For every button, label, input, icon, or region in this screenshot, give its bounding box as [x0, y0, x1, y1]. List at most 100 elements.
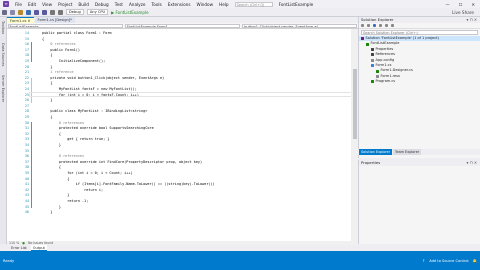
back-icon[interactable]	[2, 9, 7, 15]
menu-edit[interactable]: Edit	[28, 2, 36, 7]
maximize-icon[interactable]: ☐	[459, 2, 463, 7]
code-line[interactable]: {	[42, 132, 61, 136]
code-line[interactable]: {	[42, 115, 52, 119]
redo-icon[interactable]	[58, 9, 63, 15]
notifications-icon[interactable]: 🔔	[473, 259, 477, 263]
code-line[interactable]: }	[42, 98, 52, 102]
status-text: Ready	[3, 258, 15, 263]
code-line[interactable]: }	[42, 193, 69, 197]
back-icon[interactable]	[361, 24, 364, 27]
menu-test[interactable]: Test	[115, 2, 123, 7]
home-icon[interactable]	[373, 24, 376, 27]
change-marker	[31, 78, 32, 103]
menu-view[interactable]: View	[42, 2, 52, 7]
line-number: 36	[24, 154, 29, 159]
close-icon[interactable]: ✕	[471, 2, 475, 7]
live-share-button[interactable]: Live Share	[452, 10, 474, 15]
code-line[interactable]: 0 references	[42, 42, 75, 46]
project-dropdown[interactable]: FontListExample	[7, 23, 123, 28]
code-line[interactable]: for (int i = 0; i < Count; i++)	[42, 171, 132, 175]
search-input[interactable]: Search (Ctrl+Q)	[234, 1, 273, 7]
menu-project[interactable]: Project	[58, 2, 72, 7]
tree-item[interactable]: Program.cs	[359, 79, 480, 84]
open-icon[interactable]	[26, 9, 31, 15]
code-line[interactable]: if (Items[i].FontFamily.Name.ToLower() =…	[42, 182, 215, 186]
line-number: 27	[24, 103, 29, 108]
new-project-icon[interactable]	[18, 9, 23, 15]
line-number: 40	[24, 176, 29, 181]
config-select[interactable]: Debug	[66, 9, 84, 15]
panel-options-icon[interactable]: ▾ ⊓ ✕	[467, 17, 480, 23]
line-number: 35	[24, 148, 29, 153]
save-icon[interactable]	[34, 9, 39, 15]
solution-search-input[interactable]: Search Solution Explorer (Ctrl+;)	[361, 30, 478, 35]
type-dropdown[interactable]: FontListExample.Form1	[124, 23, 241, 28]
file-icon	[371, 53, 374, 57]
code-line[interactable]: 0 references	[42, 121, 84, 125]
solution-tree: Solution 'FontListExample' (1 of 1 proje…	[359, 36, 480, 85]
tab-team-explorer[interactable]: Team Explorer	[393, 149, 422, 155]
code-line[interactable]: public Form1()	[42, 48, 80, 52]
menu-analyze[interactable]: Analyze	[129, 2, 146, 7]
forward-icon[interactable]	[10, 9, 15, 15]
code-line[interactable]: }	[42, 65, 52, 69]
save-all-icon[interactable]	[42, 9, 47, 15]
code-line[interactable]: public class MyFontList : IBindingList<s…	[42, 109, 147, 113]
line-number: 14	[24, 31, 29, 35]
collapse-icon[interactable]	[385, 24, 388, 27]
add-source-control-button[interactable]: Add to Source Control	[429, 259, 468, 263]
menu-extensions[interactable]: Extensions	[168, 2, 191, 7]
scroll-thumb[interactable]	[352, 69, 357, 139]
vertical-scrollbar[interactable]	[351, 29, 358, 241]
file-icon	[371, 58, 374, 62]
code-editor[interactable]: 14 public partial class Form1 : Form 15 {16…	[7, 29, 358, 241]
code-line[interactable]: 0 references	[42, 154, 84, 158]
toolbox-tab[interactable]: Toolbox	[1, 21, 5, 34]
code-line[interactable]: }	[42, 210, 52, 214]
code-line[interactable]: return -1;	[42, 199, 88, 203]
properties-icon[interactable]	[391, 24, 394, 27]
panel-options-icon[interactable]: ▾ ⊓ ✕	[467, 160, 480, 166]
code-line[interactable]: InitializeComponent();	[42, 59, 105, 63]
code-line[interactable]: public partial class Form1 : Form	[42, 31, 112, 35]
run-button[interactable]: ▶ FontListExample	[111, 10, 148, 15]
code-line[interactable]: {	[42, 165, 61, 169]
current-line-highlight	[29, 92, 357, 98]
forward-icon[interactable]	[367, 24, 370, 27]
sync-icon[interactable]	[379, 24, 382, 27]
menu-build[interactable]: Build	[78, 2, 89, 7]
code-line[interactable]: return i;	[42, 188, 103, 192]
change-marker	[31, 122, 32, 208]
code-line[interactable]: private void button1_Click(object sender…	[42, 76, 164, 80]
data-sources-tab[interactable]: Data Sources	[1, 43, 5, 66]
member-dropdown[interactable]: button1_Click(object sender, EventArgs e…	[242, 23, 358, 28]
line-number: 22	[24, 75, 29, 80]
code-line[interactable]: {	[42, 177, 69, 181]
code-line[interactable]: {	[42, 53, 52, 57]
code-line[interactable]: 1 reference	[42, 70, 73, 74]
undo-icon[interactable]	[50, 9, 55, 15]
code-line[interactable]: protected override int FindCore(Property…	[42, 160, 202, 164]
menu-debug[interactable]: Debug	[95, 2, 109, 7]
code-line[interactable]: {	[42, 81, 52, 85]
line-number: 24	[24, 87, 29, 91]
menu-file[interactable]: File	[15, 2, 22, 7]
menu-window[interactable]: Window	[197, 2, 214, 7]
platform-select[interactable]: Any CPU	[86, 9, 109, 15]
project-name: FontListExample	[278, 1, 314, 7]
code-line[interactable]: protected override bool SupportsSearchin…	[42, 126, 154, 130]
line-number: 20	[24, 64, 29, 69]
code-line[interactable]: get { return true; }	[42, 137, 109, 141]
code-line[interactable]: {	[42, 37, 44, 41]
minimize-icon[interactable]: —	[446, 2, 450, 7]
line-number: 29	[24, 115, 29, 119]
code-line[interactable]: MyFontList fontsF = new MyFontList();	[42, 87, 137, 91]
tab-label: Form1.cs [Design]*	[37, 18, 72, 22]
menu-tools[interactable]: Tools	[151, 2, 161, 7]
line-number: 18	[24, 53, 29, 58]
code-line[interactable]: }	[42, 143, 61, 147]
tab-solution-explorer[interactable]: Solution Explorer	[359, 149, 393, 155]
server-explorer-tab[interactable]: Server Explorer	[1, 75, 5, 102]
menu-help[interactable]: Help	[219, 2, 229, 7]
code-line[interactable]: }	[42, 205, 61, 209]
